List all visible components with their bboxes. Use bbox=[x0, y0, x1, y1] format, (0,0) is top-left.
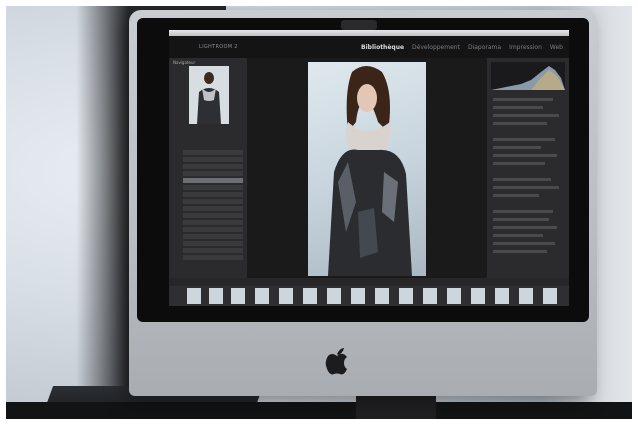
filmstrip-thumbnail[interactable] bbox=[375, 288, 389, 304]
filmstrip-breadcrumb bbox=[169, 278, 569, 286]
filmstrip-thumbnail[interactable] bbox=[495, 288, 509, 304]
metadata-row bbox=[493, 178, 551, 181]
module-diaporama[interactable]: Diaporama bbox=[468, 44, 501, 51]
folder-row[interactable] bbox=[173, 157, 243, 162]
module-picker: Bibliothèque Développement Diaporama Imp… bbox=[361, 44, 563, 51]
module-bibliotheque[interactable]: Bibliothèque bbox=[361, 44, 404, 51]
folder-row[interactable] bbox=[173, 171, 243, 176]
folder-row[interactable] bbox=[173, 241, 243, 246]
folder-row[interactable] bbox=[173, 199, 243, 204]
module-web[interactable]: Web bbox=[550, 44, 563, 51]
module-developpement[interactable]: Développement bbox=[412, 44, 460, 51]
desk-edge bbox=[6, 402, 632, 419]
app-title: LIGHTROOM 2 bbox=[199, 44, 238, 50]
metadata-row bbox=[493, 186, 559, 189]
metadata-row bbox=[493, 138, 555, 141]
folder-row[interactable] bbox=[173, 206, 243, 211]
photograph: LIGHTROOM 2 Bibliothèque Développement D… bbox=[6, 6, 632, 419]
metadata-row bbox=[493, 146, 541, 149]
filmstrip-thumbnail[interactable] bbox=[471, 288, 485, 304]
folder-row[interactable] bbox=[173, 150, 243, 155]
folder-row-selected[interactable] bbox=[173, 178, 243, 183]
histogram-graph bbox=[491, 66, 565, 90]
metadata-row bbox=[493, 242, 555, 245]
metadata-row bbox=[493, 162, 545, 165]
navigator-thumbnail[interactable] bbox=[189, 66, 229, 124]
filmstrip-thumbnail[interactable] bbox=[447, 288, 461, 304]
filmstrip-thumbnail[interactable] bbox=[279, 288, 293, 304]
filmstrip-thumbnail[interactable] bbox=[187, 288, 201, 304]
metadata-row bbox=[493, 106, 543, 109]
folder-row[interactable] bbox=[173, 220, 243, 225]
folder-row[interactable] bbox=[173, 192, 243, 197]
folder-row[interactable] bbox=[173, 164, 243, 169]
metadata-row bbox=[493, 226, 557, 229]
lightroom-screen: LIGHTROOM 2 Bibliothèque Développement D… bbox=[169, 30, 569, 306]
folder-row[interactable] bbox=[173, 234, 243, 239]
filmstrip-thumbnail[interactable] bbox=[255, 288, 269, 304]
filmstrip-thumbnail[interactable] bbox=[423, 288, 437, 304]
folder-row[interactable] bbox=[173, 213, 243, 218]
metadata-row bbox=[493, 98, 553, 101]
filmstrip-thumbnail[interactable] bbox=[399, 288, 413, 304]
filmstrip-thumbnail[interactable] bbox=[303, 288, 317, 304]
folder-list bbox=[173, 150, 243, 262]
filmstrip-thumbnail[interactable] bbox=[327, 288, 341, 304]
filmstrip-thumbnail[interactable] bbox=[519, 288, 533, 304]
folder-row[interactable] bbox=[173, 185, 243, 190]
metadata-row bbox=[493, 194, 539, 197]
filmstrip-thumbnail[interactable] bbox=[351, 288, 365, 304]
main-photo[interactable] bbox=[308, 62, 426, 276]
isight-camera bbox=[341, 20, 377, 30]
metadata-row bbox=[493, 250, 547, 253]
monitor-stand bbox=[356, 396, 436, 419]
module-impression[interactable]: Impression bbox=[509, 44, 542, 51]
loupe-view bbox=[247, 58, 487, 278]
filmstrip-thumbnail[interactable] bbox=[209, 288, 223, 304]
metadata-row bbox=[493, 114, 559, 117]
apple-logo-icon bbox=[325, 348, 347, 375]
metadata-row bbox=[493, 122, 547, 125]
left-panel: Navigateur bbox=[169, 58, 247, 278]
metadata-row bbox=[493, 154, 557, 157]
metadata-row bbox=[493, 210, 553, 213]
navigator-title: Navigateur bbox=[173, 60, 196, 65]
folder-row[interactable] bbox=[173, 255, 243, 260]
right-panel bbox=[487, 58, 569, 278]
folder-row[interactable] bbox=[173, 248, 243, 253]
folder-row[interactable] bbox=[173, 227, 243, 232]
module-bar: LIGHTROOM 2 Bibliothèque Développement D… bbox=[169, 36, 569, 58]
filmstrip-thumbnail[interactable] bbox=[543, 288, 557, 304]
model-photo bbox=[328, 66, 412, 276]
metadata-row bbox=[493, 218, 549, 221]
metadata-row bbox=[493, 234, 543, 237]
filmstrip bbox=[169, 286, 569, 306]
filmstrip-thumbnail[interactable] bbox=[231, 288, 245, 304]
navigator-photo bbox=[197, 72, 221, 124]
histogram bbox=[491, 62, 565, 90]
